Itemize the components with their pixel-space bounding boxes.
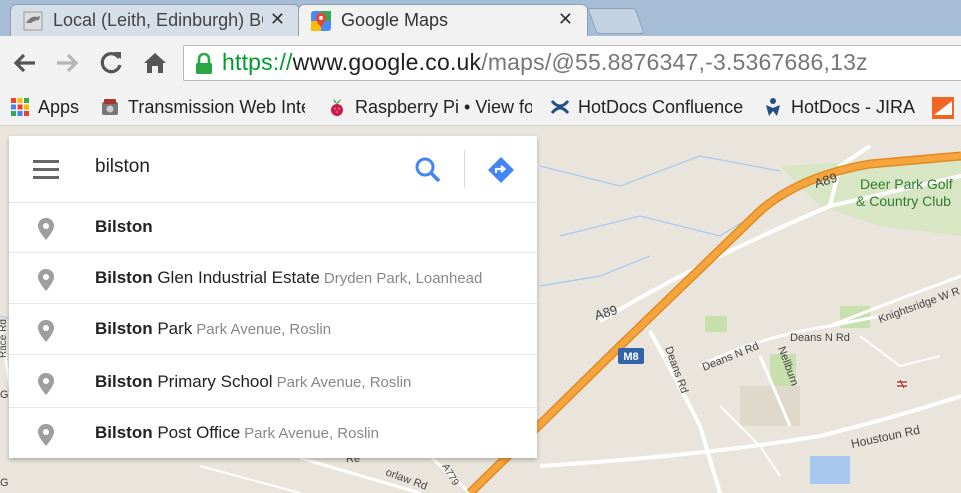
race-rd-label: Race Rd <box>0 319 9 358</box>
apps-grid-icon <box>11 98 29 116</box>
deer-park-label-line1: Deer Park Golf <box>860 176 953 192</box>
road-deans <box>648 330 722 493</box>
bookmark-label: Raspberry Pi • View fo <box>355 96 532 117</box>
home-icon[interactable] <box>140 48 170 78</box>
park-area <box>705 316 727 332</box>
road-label: G <box>0 477 9 489</box>
new-tab-button[interactable] <box>587 8 645 34</box>
deans-n-rd-label: Deans N Rd <box>790 332 850 344</box>
place-pin-icon <box>38 218 54 240</box>
suggestion-rest: Park <box>152 319 193 338</box>
place-pin-icon <box>38 373 54 395</box>
search-icon[interactable] <box>414 156 442 184</box>
transmission-icon <box>102 99 118 115</box>
bookmark-label: Transmission Web Inte <box>128 96 305 117</box>
waterway <box>559 210 761 237</box>
suggestion-text: Bilston <box>95 217 157 237</box>
suggestion-match: Bilston <box>95 268 153 287</box>
suggestion-match: Bilston <box>95 423 153 442</box>
bookmark-raspberry-pi[interactable]: Raspberry Pi • View fo <box>327 94 532 120</box>
bookmark-label: HotDocs - JIRA <box>791 96 916 117</box>
suggestion-text: Bilston Post Office Park Avenue, Roslin <box>95 423 379 443</box>
secure-lock-icon <box>196 53 212 74</box>
waterway <box>539 255 651 287</box>
url-scheme: https:// <box>222 49 293 75</box>
jira-icon <box>766 98 780 116</box>
suggestion-item[interactable]: Bilston Primary School Park Avenue, Rosli… <box>9 355 537 408</box>
bookmark-apps[interactable]: Apps <box>10 94 79 120</box>
building-area <box>740 386 800 426</box>
place-pin-icon <box>38 424 54 446</box>
suggestion-match: Bilston <box>95 319 153 338</box>
m8-label: M8 <box>623 351 638 363</box>
suggestion-rest: Post Office <box>152 423 241 442</box>
url-host: www.google.co.uk <box>292 49 482 75</box>
confluence-icon <box>550 100 570 114</box>
bookmark-overflow-icon[interactable] <box>932 97 954 119</box>
search-panel: Bilston Bilston Glen Industrial EstateDr… <box>9 136 537 458</box>
railway-station-icon <box>897 379 907 389</box>
tab-close-icon[interactable]: ✕ <box>270 9 285 30</box>
water-area <box>810 456 850 484</box>
forward-arrow-icon[interactable] <box>52 48 82 78</box>
place-pin-icon <box>38 320 54 342</box>
suggestion-address: Park Avenue, Roslin <box>196 321 332 338</box>
suggestion-text: Bilston Park Park Avenue, Roslin <box>95 319 331 339</box>
reload-icon[interactable] <box>96 48 126 78</box>
local-favicon-icon <box>23 11 43 31</box>
suggestion-item[interactable]: Bilston <box>9 202 537 253</box>
deans-rd-label: Deans Rd <box>662 345 690 395</box>
address-bar[interactable]: https://www.google.co.uk/maps/@55.887634… <box>183 45 961 81</box>
tab-strip: Local (Leith, Edinburgh) BC ✕ Google Map… <box>0 0 961 36</box>
a779-label: A779 <box>439 462 460 488</box>
browser-toolbar: https://www.google.co.uk/maps/@55.887634… <box>0 36 961 90</box>
bookmarks-bar: Apps Transmission Web Inte Raspberry Pi … <box>0 90 961 126</box>
deer-park-label-line2: & Country Club <box>856 193 951 209</box>
bookmark-label: HotDocs Confluence <box>578 96 744 117</box>
suggestion-match: Bilston <box>95 372 153 391</box>
waterway <box>539 155 781 187</box>
bookmark-hotdocs-confluence[interactable]: HotDocs Confluence <box>550 94 743 120</box>
back-arrow-icon[interactable] <box>10 48 40 78</box>
suggestion-text: Bilston Glen Industrial Estate Dryden Par… <box>95 268 482 288</box>
deans-n-rd-label: Deans N Rd <box>701 340 761 374</box>
road-label: G <box>0 389 9 401</box>
search-divider <box>464 150 465 188</box>
suggestion-address: Park Avenue, Roslin <box>244 425 379 442</box>
google-maps-favicon-icon <box>311 11 331 31</box>
suggestion-item[interactable]: Bilston Glen Industrial Estate Dryden Par… <box>9 253 537 304</box>
tab-title: Local (Leith, Edinburgh) BC <box>53 10 263 30</box>
search-bar <box>9 136 537 203</box>
place-pin-icon <box>38 269 54 291</box>
road <box>199 465 301 493</box>
suggestion-item[interactable]: Bilston Park Park Avenue, Roslin <box>9 304 537 355</box>
hamburger-menu-icon[interactable] <box>33 160 59 180</box>
raspberry-pi-icon <box>331 99 343 116</box>
tab-local-leith[interactable]: Local (Leith, Edinburgh) BC ✕ <box>10 4 300 36</box>
bookmark-label: Apps <box>38 96 80 117</box>
search-input[interactable] <box>95 156 395 178</box>
suggestion-text: Bilston Primary School Park Avenue, Rosli… <box>95 372 411 392</box>
suggestion-rest: Primary School <box>152 372 273 391</box>
suggestion-address: Dryden Park, Loanhead <box>323 270 483 287</box>
tab-close-icon[interactable]: ✕ <box>558 9 573 30</box>
bookmark-hotdocs-jira[interactable]: HotDocs - JIRA <box>763 94 915 120</box>
tab-title: Google Maps <box>341 10 449 30</box>
suggestion-address: Park Avenue, Roslin <box>276 374 412 391</box>
suggestion-item[interactable]: Bilston Post Office Park Avenue, Roslin <box>9 408 537 458</box>
directions-icon[interactable] <box>487 156 515 184</box>
bookmark-transmission[interactable]: Transmission Web Inte <box>100 94 305 120</box>
road <box>859 335 941 368</box>
suggestion-rest: Glen Industrial Estate <box>152 268 320 287</box>
suggestion-match: Bilston <box>95 217 153 236</box>
url-path: /maps/@55.8876347,-3.5367686,13z <box>481 49 868 75</box>
a89-label: A89 <box>593 302 619 323</box>
url-text: https://www.google.co.uk/maps/@55.887634… <box>222 49 868 76</box>
tab-google-maps[interactable]: Google Maps ✕ <box>298 4 588 36</box>
